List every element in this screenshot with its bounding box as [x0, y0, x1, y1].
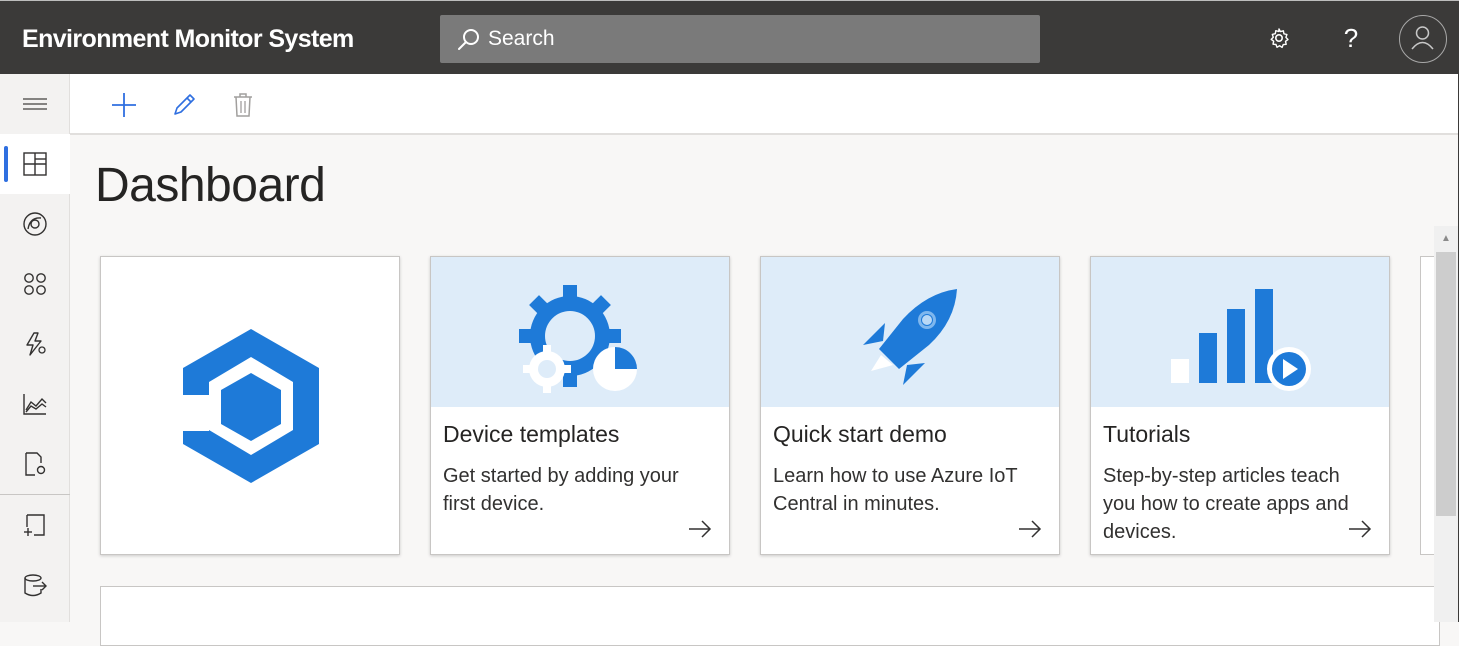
- card-description: Get started by adding your first device.: [443, 465, 679, 515]
- vertical-scrollbar[interactable]: ▲: [1434, 226, 1458, 622]
- search-input[interactable]: [488, 15, 1028, 63]
- analytics-icon[interactable]: [0, 374, 70, 434]
- rules-icon[interactable]: [0, 314, 70, 374]
- scroll-thumb[interactable]: [1436, 252, 1456, 516]
- command-toolbar: [70, 74, 1459, 135]
- card-description: Step-by-step articles teach you how to c…: [1103, 465, 1349, 543]
- jobs-icon[interactable]: [0, 434, 70, 494]
- quick-start-demo-card[interactable]: Quick start demo Learn how to use Azure …: [760, 256, 1060, 555]
- scroll-up-icon[interactable]: ▲: [1434, 226, 1458, 250]
- arrow-right-icon[interactable]: [1347, 519, 1373, 539]
- gears-icon: [519, 285, 637, 393]
- nav-divider: [0, 494, 70, 495]
- help-icon[interactable]: ?: [1336, 23, 1366, 53]
- avatar-icon[interactable]: [1399, 15, 1447, 63]
- iot-central-logo-icon: [183, 329, 319, 483]
- device-templates-icon[interactable]: [0, 496, 70, 556]
- search-icon: [458, 29, 479, 50]
- active-indicator: [4, 146, 8, 182]
- menu-icon[interactable]: [0, 74, 70, 134]
- card-description: Learn how to use Azure IoT Central in mi…: [773, 465, 1018, 515]
- device-groups-icon[interactable]: [0, 254, 70, 314]
- card-title: Quick start demo: [773, 421, 947, 447]
- app-title: Environment Monitor System: [22, 25, 354, 53]
- devices-icon[interactable]: [0, 194, 70, 254]
- search-box[interactable]: [440, 15, 1040, 63]
- add-icon[interactable]: [107, 88, 141, 122]
- card-hero: [761, 257, 1059, 407]
- dashboard-icon: [23, 152, 47, 176]
- card-hero: [1091, 257, 1389, 407]
- dashboard-tile: [100, 586, 1440, 646]
- bar-chart-play-icon: [1171, 289, 1311, 391]
- left-nav: [0, 74, 70, 622]
- gear-icon[interactable]: [1264, 23, 1294, 53]
- edit-icon[interactable]: [167, 88, 201, 122]
- delete-icon[interactable]: [226, 88, 260, 122]
- nav-dashboard[interactable]: [0, 134, 70, 194]
- top-bar: Environment Monitor System ?: [0, 0, 1459, 74]
- arrow-right-icon[interactable]: [687, 519, 713, 539]
- device-templates-card[interactable]: Device templates Get started by adding y…: [430, 256, 730, 555]
- rocket-icon: [863, 289, 957, 385]
- arrow-right-icon[interactable]: [1017, 519, 1043, 539]
- card-hero: [431, 257, 729, 407]
- card-title: Device templates: [443, 421, 620, 447]
- iot-central-logo-card[interactable]: [100, 256, 400, 555]
- tutorials-card[interactable]: Tutorials Step-by-step articles teach yo…: [1090, 256, 1390, 555]
- card-title: Tutorials: [1103, 421, 1191, 447]
- data-export-icon[interactable]: [0, 556, 70, 616]
- page-title: Dashboard: [95, 159, 326, 212]
